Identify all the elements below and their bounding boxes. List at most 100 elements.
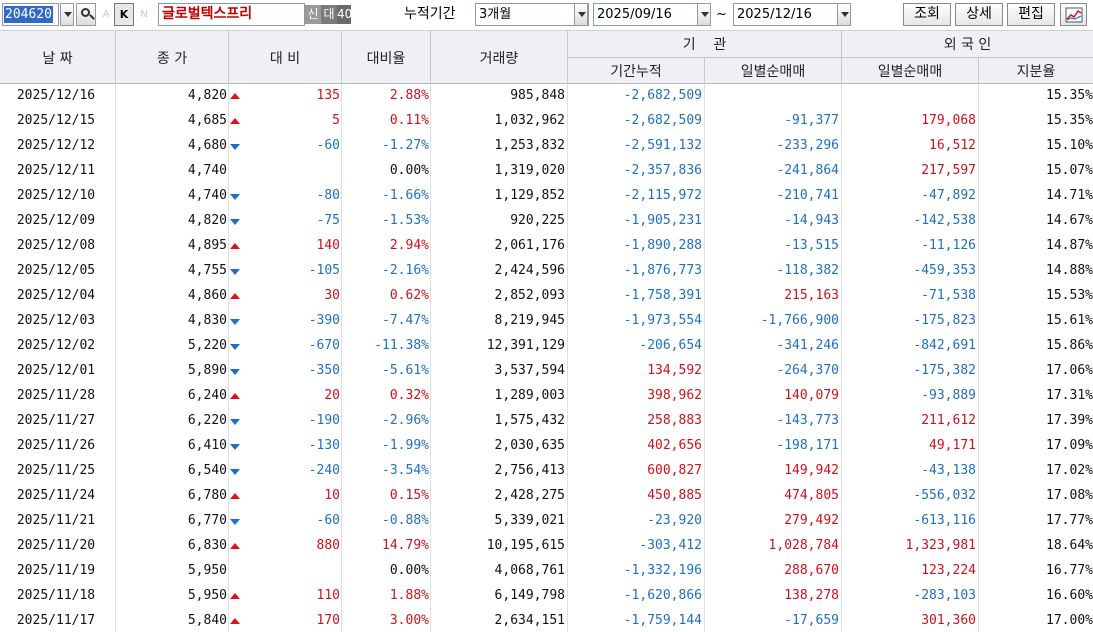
n-toggle[interactable]: N [136,3,152,26]
header-rate[interactable]: 대비율 [342,31,431,84]
cell-arrow [229,459,241,484]
table-row[interactable]: 2025/11/28 6,240 20 0.32% 1,289,003 398,962 14… [0,384,1093,409]
edit-button[interactable]: 편집 [1007,3,1055,26]
table-row[interactable]: 2025/12/04 4,860 30 0.62% 2,852,093 -1,758,39… [0,284,1093,309]
cell-diff: -190 [308,413,340,428]
table-row[interactable]: 2025/12/02 5,220 -670 -11.38% 12,391,129 -206… [0,334,1093,359]
table-row[interactable]: 2025/12/05 4,755 -105 -2.16% 2,424,596 -1,876… [0,259,1093,284]
cell-inst-cum: -1,332,196 [623,563,702,578]
cell-close: 5,220 [187,338,227,353]
table-row[interactable]: 2025/12/12 4,680 -60 -1.27% 1,253,832 -2,591,… [0,134,1093,159]
cell-arrow [229,334,241,359]
header-volume[interactable]: 거래량 [431,31,568,84]
down-triangle-icon [230,419,240,425]
cell-arrow [229,584,241,609]
cell-share: 15.35% [1046,113,1093,128]
down-triangle-icon [230,219,240,225]
cell-date: 2025/12/12 [16,138,96,153]
header-date[interactable]: 날 짜 [0,31,116,84]
cell-inst-day: -264,370 [776,363,839,378]
table-row[interactable]: 2025/11/26 6,410 -130 -1.99% 2,030,635 402,65… [0,434,1093,459]
search-icon[interactable] [76,3,96,26]
date-from-field[interactable]: 2025/09/16 [593,3,711,26]
table-row[interactable]: 2025/11/24 6,780 10 0.15% 2,428,275 450,885 47… [0,484,1093,509]
table-row[interactable]: 2025/12/08 4,895 140 2.94% 2,061,176 -1,890,2… [0,234,1093,259]
cell-diff: -60 [316,513,340,528]
chart-button[interactable] [1060,3,1087,26]
cell-volume: 920,225 [510,213,565,228]
cell-close: 6,770 [187,513,227,528]
k-toggle[interactable]: K [114,3,134,26]
cell-inst-cum: -206,654 [639,338,702,353]
table-row[interactable]: 2025/11/19 5,950 0.00% 4,068,761 -1,332,196 2… [0,559,1093,584]
table-row[interactable]: 2025/11/20 6,830 880 14.79% 10,195,615 -303,4… [0,534,1093,559]
a-toggle[interactable]: A [98,3,114,26]
detail-button[interactable]: 상세 [955,3,1003,26]
cell-arrow [229,559,241,584]
cell-for-day: -556,032 [913,488,976,503]
stock-code-input[interactable]: 204620 [2,3,59,26]
cell-for-day: -142,538 [913,213,976,228]
cell-volume: 2,424,596 [494,263,565,278]
chevron-down-icon[interactable] [697,3,711,26]
cell-rate: 0.00% [389,563,429,578]
cell-inst-cum: -2,357,836 [623,163,702,178]
stock-code-value: 204620 [4,6,53,23]
tag-new: 신 [305,5,321,24]
toolbar: 204620 A K N 글로벌텍스프리 신 대 40 누적기간 3개월 202… [0,0,1093,31]
chevron-down-icon[interactable] [574,3,588,26]
cell-close: 4,685 [187,113,227,128]
cell-rate: -1.53% [382,213,429,228]
chevron-down-icon[interactable] [60,3,74,26]
table-row[interactable]: 2025/11/21 6,770 -60 -0.88% 5,339,021 -23,920… [0,509,1093,534]
cell-inst-cum: -1,758,391 [623,288,702,303]
cell-for-day: 301,360 [921,613,976,628]
cell-rate: -1.99% [382,438,429,453]
cell-inst-day: 215,163 [784,288,839,303]
cell-rate: 0.15% [389,488,429,503]
cell-arrow [229,359,241,384]
cell-date: 2025/11/17 [16,613,96,628]
table-row[interactable]: 2025/12/09 4,820 -75 -1.53% 920,225 -1,905,23… [0,209,1093,234]
cell-share: 17.00% [1046,613,1093,628]
cell-volume: 1,032,962 [494,113,565,128]
cell-share: 17.09% [1046,438,1093,453]
up-triangle-icon [230,593,240,599]
cell-inst-day: 279,492 [784,513,839,528]
table-row[interactable]: 2025/12/11 4,740 0.00% 1,319,020 -2,357,836 -… [0,159,1093,184]
cell-inst-cum: -2,115,972 [623,188,702,203]
table-row[interactable]: 2025/12/16 4,820 135 2.88% 985,848 -2,682,509… [0,84,1093,109]
stock-name-field[interactable]: 글로벌텍스프리 [158,3,305,26]
header-close[interactable]: 종 가 [116,31,229,84]
table-row[interactable]: 2025/12/15 4,685 5 0.11% 1,032,962 -2,682,509… [0,109,1093,134]
period-value: 3개월 [479,7,512,22]
header-inst-day[interactable]: 일별순매매 [705,57,842,84]
header-for-day[interactable]: 일별순매매 [842,57,979,84]
period-select[interactable]: 3개월 [475,3,589,26]
cell-share: 17.39% [1046,413,1093,428]
table-row[interactable]: 2025/11/17 5,840 170 3.00% 2,634,151 -1,759,1… [0,609,1093,632]
table-row[interactable]: 2025/11/25 6,540 -240 -3.54% 2,756,413 600,82… [0,459,1093,484]
chevron-down-icon[interactable] [837,3,851,26]
cell-inst-cum: -2,591,132 [623,138,702,153]
cell-diff: 20 [324,388,340,403]
table-row[interactable]: 2025/11/18 5,950 110 1.88% 6,149,798 -1,620,8… [0,584,1093,609]
table-row[interactable]: 2025/12/10 4,740 -80 -1.66% 1,129,852 -2,115,… [0,184,1093,209]
cell-rate: 2.88% [389,88,429,103]
cell-share: 17.77% [1046,513,1093,528]
cell-inst-cum: -1,759,144 [623,613,702,628]
table-row[interactable]: 2025/12/03 4,830 -390 -7.47% 8,219,945 -1,973… [0,309,1093,334]
cell-for-day: -459,353 [913,263,976,278]
grid-body[interactable]: 2025/12/16 4,820 135 2.88% 985,848 -2,682,509… [0,84,1093,632]
header-diff[interactable]: 대 비 [229,31,342,84]
up-triangle-icon [230,393,240,399]
header-inst-cum[interactable]: 기간누적 [568,57,705,84]
table-row[interactable]: 2025/12/01 5,890 -350 -5.61% 3,537,594 134,59… [0,359,1093,384]
cell-inst-cum: 258,883 [647,413,702,428]
table-row[interactable]: 2025/11/27 6,220 -190 -2.96% 1,575,432 258,88… [0,409,1093,434]
header-share[interactable]: 지분율 [979,57,1093,84]
cell-inst-cum: 134,592 [647,363,702,378]
date-to-field[interactable]: 2025/12/16 [733,3,851,26]
cell-for-day: 217,597 [921,163,976,178]
view-button[interactable]: 조회 [903,3,951,26]
